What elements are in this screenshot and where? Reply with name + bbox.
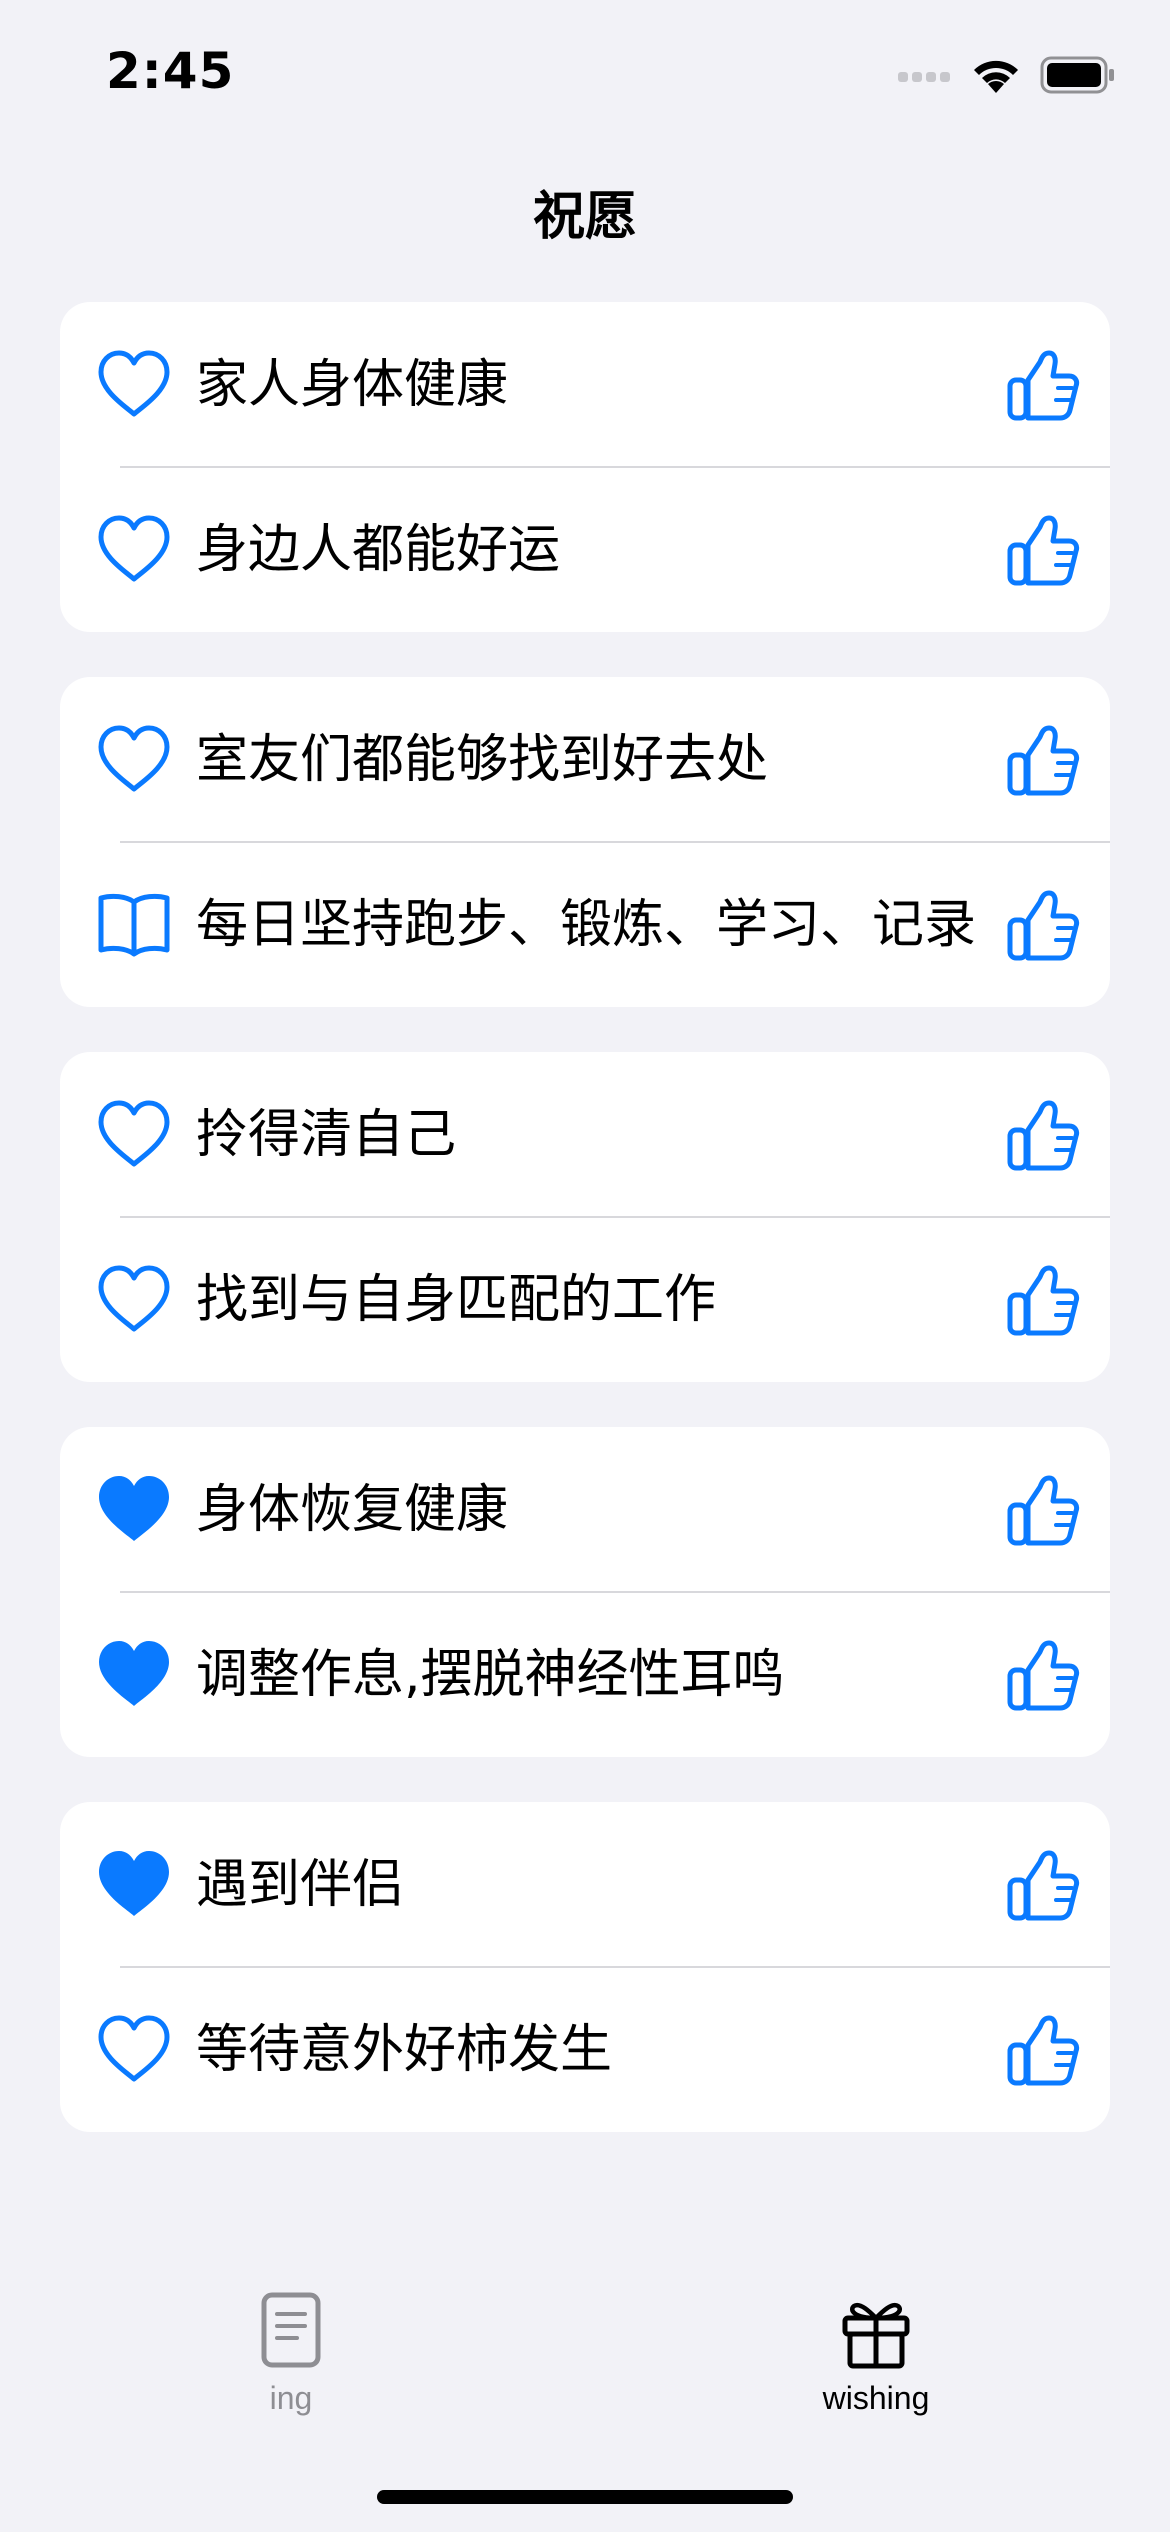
thumbs-up-icon[interactable]: [1006, 1263, 1080, 1337]
wish-row[interactable]: 家人身体健康: [60, 302, 1110, 468]
cellular-signal-icon: [898, 72, 950, 82]
book-icon[interactable]: [96, 888, 172, 960]
wish-label: 拎得清自己: [196, 1105, 457, 1165]
wish-row[interactable]: 身体恢复健康: [60, 1427, 1110, 1593]
home-indicator[interactable]: [377, 2490, 793, 2504]
page-title: 祝愿: [532, 187, 637, 247]
wish-row[interactable]: 室友们都能够找到好去处: [60, 677, 1110, 843]
tab-wishing[interactable]: wishing: [776, 2290, 976, 2430]
heart-outline-icon[interactable]: [96, 513, 172, 585]
heart-outline-icon[interactable]: [96, 1098, 172, 1170]
heart-outline-icon[interactable]: [96, 1263, 172, 1335]
thumbs-up-icon[interactable]: [1006, 2013, 1080, 2087]
heart-outline-icon[interactable]: [96, 2013, 172, 2085]
wish-group-2: 室友们都能够找到好去处 每日坚持跑步、锻炼、学习、记录: [60, 677, 1110, 1007]
wish-label: 找到与自身匹配的工作: [196, 1270, 717, 1330]
wish-row[interactable]: 找到与自身匹配的工作: [60, 1217, 1110, 1382]
wish-group-1: 家人身体健康 身边人都能好运: [60, 302, 1110, 632]
battery-icon: [1040, 56, 1114, 94]
heart-filled-icon[interactable]: [96, 1848, 172, 1920]
thumbs-up-icon[interactable]: [1006, 513, 1080, 587]
wish-row[interactable]: 遇到伴侣: [60, 1802, 1110, 1968]
gift-icon: [842, 2302, 910, 2369]
status-time: 2:45: [106, 42, 235, 100]
thumbs-up-icon[interactable]: [1006, 348, 1080, 422]
thumbs-up-icon[interactable]: [1006, 1473, 1080, 1547]
wish-label: 每日坚持跑步、锻炼、学习、记录: [196, 895, 977, 955]
tab-label: ing: [269, 2380, 313, 2416]
status-icons: [898, 52, 1116, 98]
thumbs-up-icon[interactable]: [1006, 888, 1080, 962]
thumbs-up-icon[interactable]: [1006, 1848, 1080, 1922]
heart-filled-icon[interactable]: [96, 1473, 172, 1545]
wish-row[interactable]: 调整作息,摆脱神经性耳鸣: [60, 1592, 1110, 1757]
heart-outline-icon[interactable]: [96, 348, 172, 420]
wish-group-3: 拎得清自己 找到与自身匹配的工作: [60, 1052, 1110, 1382]
tab-ing[interactable]: ing: [191, 2290, 391, 2430]
heart-outline-icon[interactable]: [96, 723, 172, 795]
thumbs-up-icon[interactable]: [1006, 1098, 1080, 1172]
wish-label: 身体恢复健康: [196, 1480, 509, 1540]
wish-row[interactable]: 每日坚持跑步、锻炼、学习、记录: [60, 842, 1110, 1007]
wish-label: 遇到伴侣: [196, 1855, 405, 1915]
wish-group-5: 遇到伴侣 等待意外好柿发生: [60, 1802, 1110, 2132]
wish-label: 等待意外好柿发生: [196, 2020, 613, 2080]
status-bar: 2:45: [0, 0, 1170, 150]
heart-filled-icon[interactable]: [96, 1638, 172, 1710]
wish-label: 身边人都能好运: [196, 520, 561, 580]
wish-label: 室友们都能够找到好去处: [196, 730, 769, 790]
wish-row[interactable]: 身边人都能好运: [60, 467, 1110, 632]
wish-row[interactable]: 拎得清自己: [60, 1052, 1110, 1218]
wish-row[interactable]: 等待意外好柿发生: [60, 1967, 1110, 2132]
wish-label: 家人身体健康: [196, 355, 509, 415]
tab-label: wishing: [822, 2380, 930, 2416]
thumbs-up-icon[interactable]: [1006, 1638, 1080, 1712]
wish-group-4: 身体恢复健康 调整作息,摆脱神经性耳鸣: [60, 1427, 1110, 1757]
document-icon: [261, 2292, 321, 2368]
thumbs-up-icon[interactable]: [1006, 723, 1080, 797]
wish-label: 调整作息,摆脱神经性耳鸣: [196, 1645, 785, 1705]
wifi-icon: [974, 60, 1018, 93]
